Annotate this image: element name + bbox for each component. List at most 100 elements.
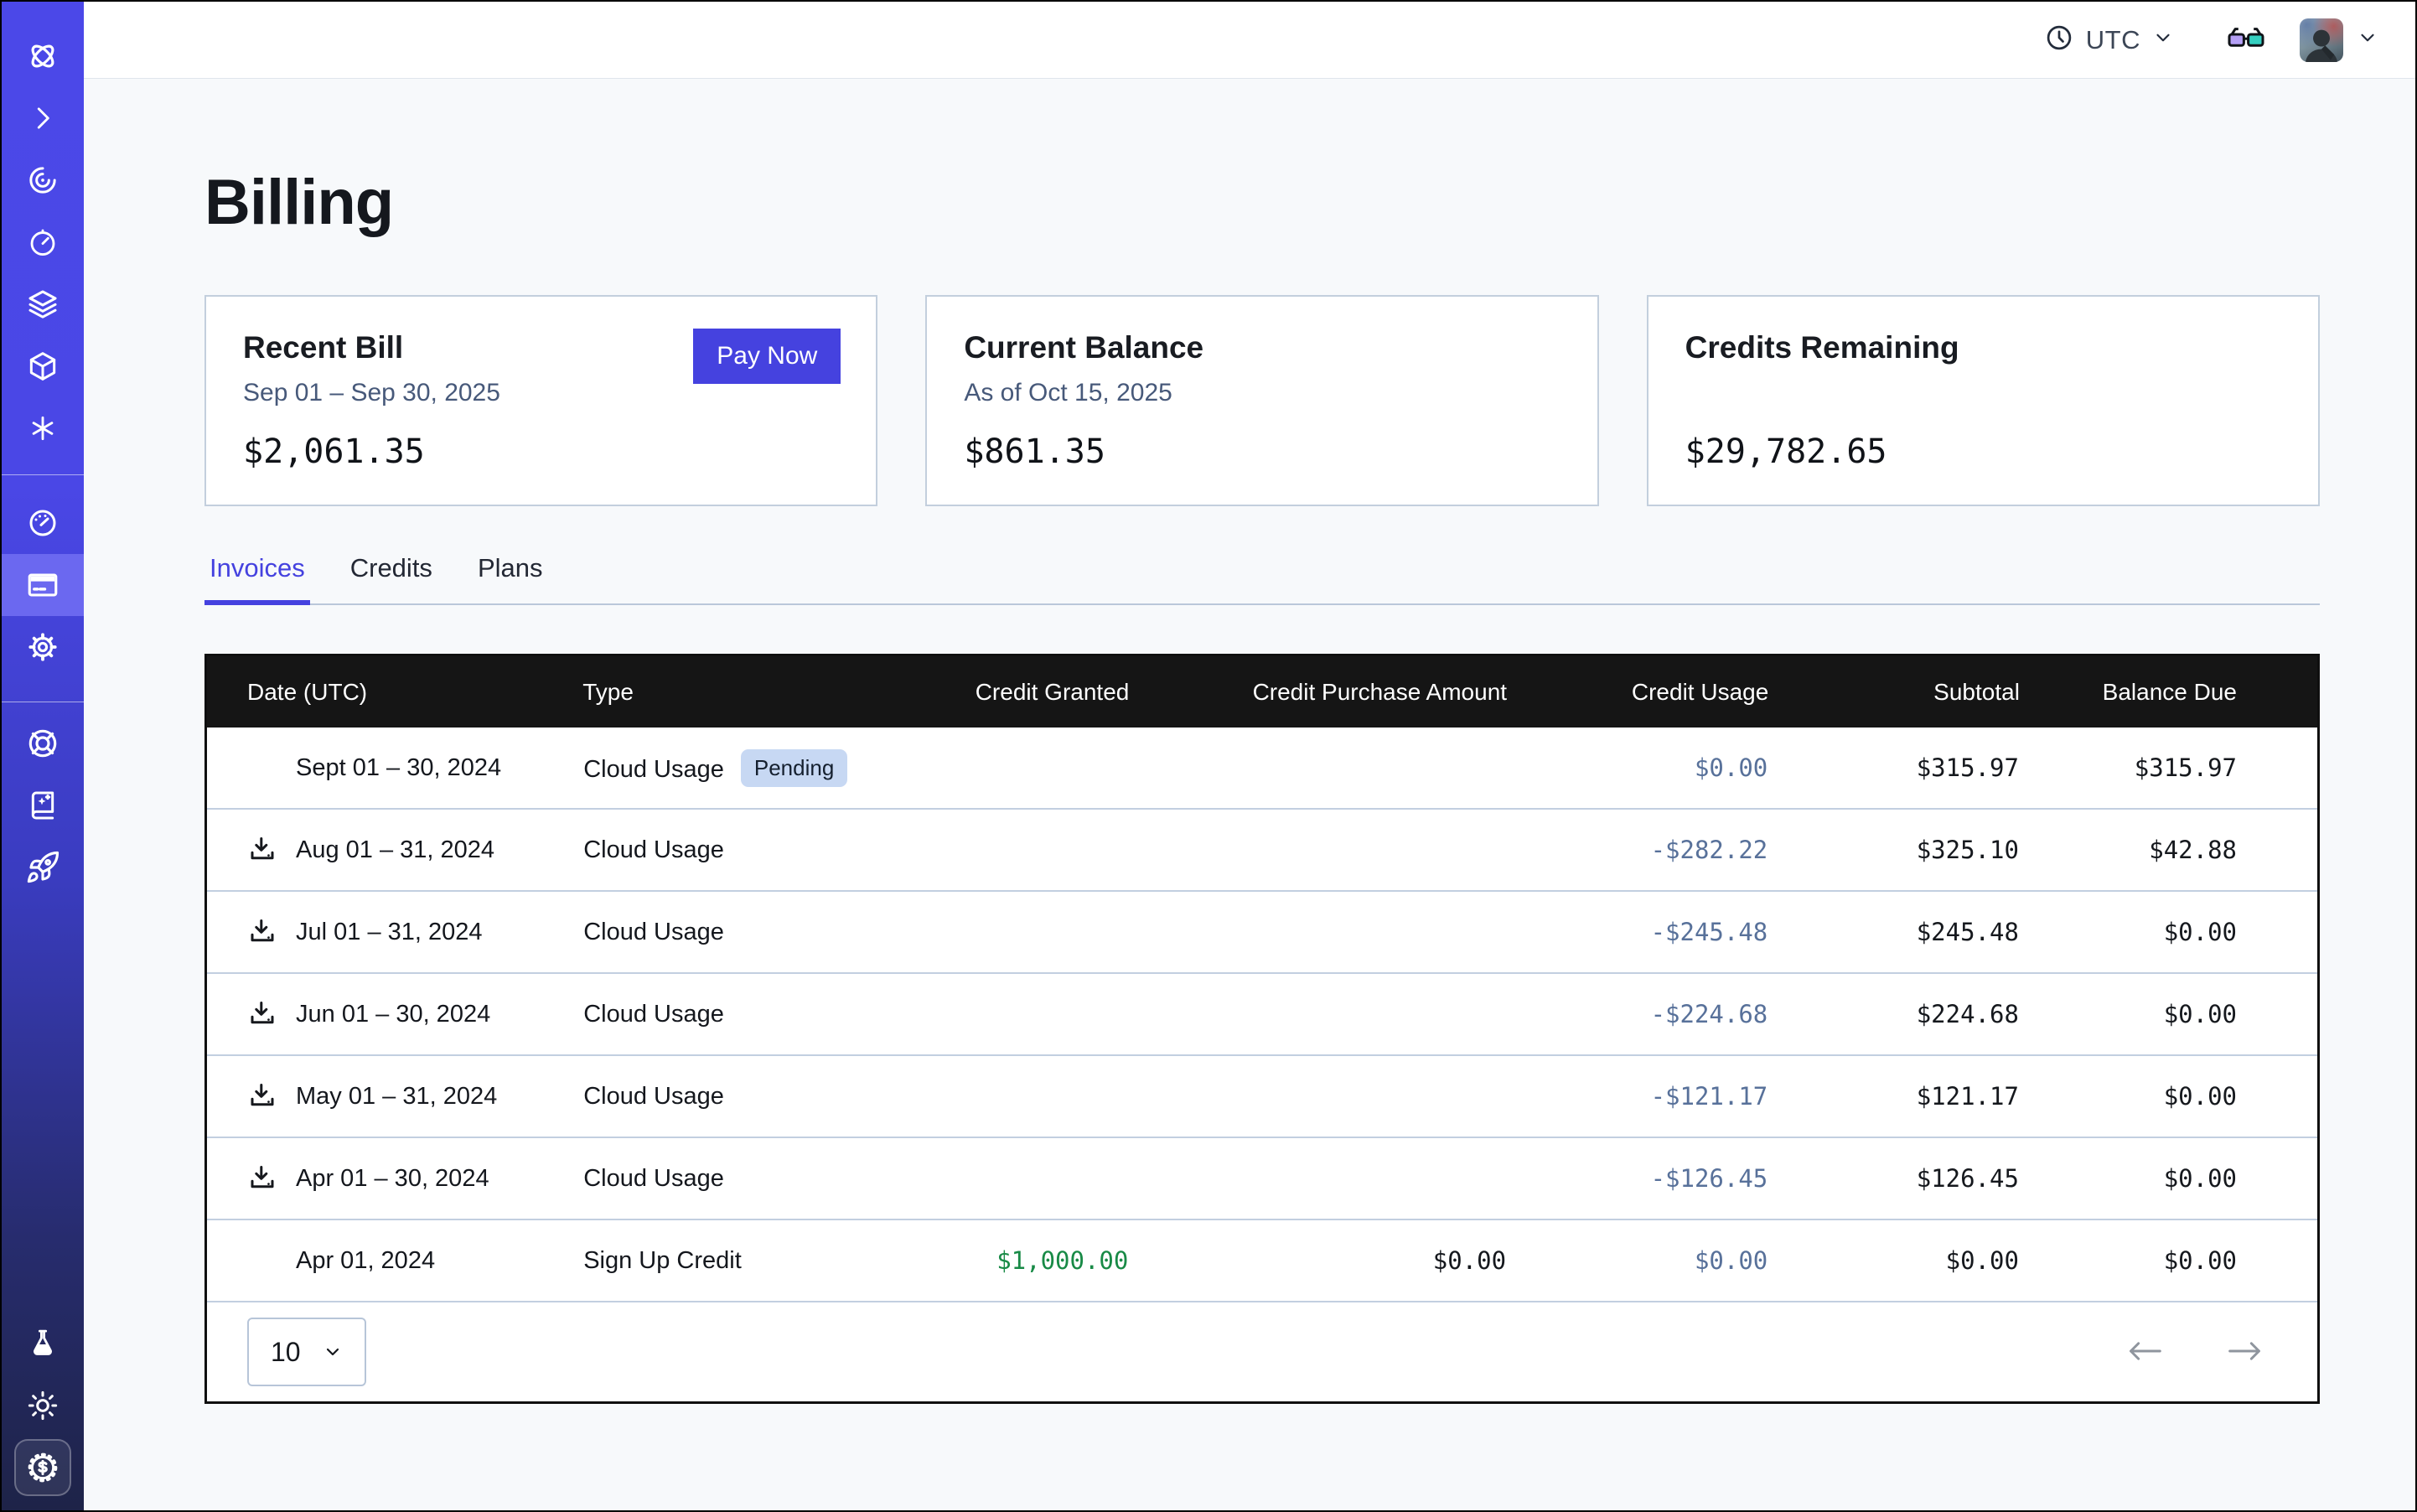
cell-date: Apr 01 – 30, 2024 [207,1137,582,1219]
sidebar-item-gauge[interactable] [2,492,84,554]
sidebar-item-dollar-badge[interactable] [2,1437,84,1499]
next-page-button[interactable] [2220,1334,2270,1370]
page-title: Billing [204,171,2320,235]
sidebar-item-sun[interactable] [2,1375,84,1437]
cell-balance-due: $42.88 [2020,809,2317,891]
sidebar-bottom-group [2,1313,84,1510]
sidebar-item-orbit-logo[interactable] [2,25,84,87]
sidebar-item-chevron-right[interactable] [2,87,84,149]
timezone-selector[interactable]: UTC [2044,23,2174,57]
sidebar-group [2,25,84,459]
cell-credit-usage: -$282.22 [1507,809,1768,891]
cell-balance-due: $0.00 [2020,891,2317,973]
sidebar-item-rocket[interactable] [2,836,84,898]
status-badge: Pending [741,749,847,787]
credits-badge-box [14,1439,71,1496]
cell-credit-purchase [1129,1137,1507,1219]
sun-icon [26,1389,60,1422]
sidebar-item-cube[interactable] [2,335,84,397]
cell-credit-purchase [1129,1055,1507,1137]
invoice-date: Jul 01 – 31, 2024 [296,919,483,946]
download-invoice-button[interactable] [247,1163,296,1194]
invoice-type: Cloud Usage [583,1165,724,1192]
spiral-icon [26,163,60,197]
cell-subtotal: $315.97 [1768,728,2020,809]
invoice-row: Aug 01 – 31, 2024Cloud Usage-$282.22$325… [207,809,2317,891]
cell-credit-usage: $0.00 [1507,1219,1768,1302]
cell-credit-purchase [1129,809,1507,891]
cell-credit-usage: -$245.48 [1507,891,1768,973]
download-invoice-button[interactable] [247,835,296,865]
cell-balance-due: $315.97 [2020,728,2317,809]
cell-type: Cloud Usage [582,891,924,973]
col-header-type: Type [582,656,924,728]
chevron-down-icon [323,1342,343,1362]
flask-icon [27,1328,59,1359]
credit-card-icon [25,567,60,603]
billing-tabs: Invoices Credits Plans [204,553,2320,605]
invoices-table: Date (UTC) Type Credit Granted Credit Pu… [204,654,2320,1404]
rocket-icon [25,850,60,885]
cell-subtotal: $0.00 [1768,1219,2020,1302]
invoice-type: Sign Up Credit [583,1247,742,1274]
gauge-icon [26,506,60,540]
download-invoice-button[interactable] [247,917,296,947]
billing-screen: UTC Billing [0,0,2417,1512]
invoice-type: Cloud Usage [583,756,724,783]
cell-credit-granted [924,1055,1129,1137]
sidebar-item-book-sparkles[interactable] [2,774,84,836]
sidebar-group [2,492,84,678]
invoice-row: Apr 01 – 30, 2024Cloud Usage-$126.45$126… [207,1137,2317,1219]
sidebar-item-helm[interactable] [2,712,84,774]
cell-credit-purchase: $0.00 [1129,1219,1507,1302]
chevron-down-icon [2152,27,2174,53]
sidebar-item-layers[interactable] [2,273,84,335]
clock-icon [2044,23,2074,57]
page-size-select[interactable]: 10 [247,1318,366,1386]
invoice-date: Jun 01 – 30, 2024 [296,1001,490,1028]
tab-plans[interactable]: Plans [473,553,548,603]
dollar-badge-icon [26,1451,60,1484]
sidebar-item-spiral[interactable] [2,149,84,211]
cell-balance-due: $0.00 [2020,973,2317,1055]
sidebar-item-stopwatch[interactable] [2,211,84,273]
invoice-type: Cloud Usage [583,919,724,945]
tab-credits[interactable]: Credits [345,553,437,603]
download-invoice-button[interactable] [247,999,296,1029]
credits-remaining-amount: $29,782.65 [1685,432,2281,471]
credits-remaining-card: Credits Remaining $29,782.65 [1647,295,2320,506]
col-header-credit-granted: Credit Granted [924,656,1129,728]
page-size-value: 10 [271,1337,301,1368]
sidebar [2,2,84,1510]
invoice-row: May 01 – 31, 2024Cloud Usage-$121.17$121… [207,1055,2317,1137]
user-menu-chevron-icon[interactable] [2357,27,2378,53]
sidebar-item-asterisk[interactable] [2,397,84,459]
glasses-icon[interactable] [2226,21,2266,59]
cell-subtotal: $121.17 [1768,1055,2020,1137]
sidebar-item-gear[interactable] [2,616,84,678]
prev-page-button[interactable] [2119,1334,2170,1370]
sidebar-item-flask[interactable] [2,1313,84,1375]
cell-type: Cloud Usage [582,1137,924,1219]
table-footer: 10 [207,1302,2317,1401]
cell-type: Sign Up Credit [582,1219,924,1302]
col-header-subtotal: Subtotal [1768,656,2020,728]
download-invoice-button[interactable] [247,1081,296,1111]
sidebar-item-credit-card[interactable] [2,554,84,616]
cell-type: Cloud Usage [582,809,924,891]
cell-date: Apr 01, 2024 [207,1219,582,1302]
pay-now-button[interactable]: Pay Now [693,329,841,384]
cell-credit-purchase [1129,728,1507,809]
asterisk-icon [27,412,59,444]
cell-credit-usage: -$224.68 [1507,973,1768,1055]
current-balance-amount: $861.35 [964,432,1560,471]
summary-cards: Recent Bill Sep 01 – Sep 30, 2025 $2,061… [204,295,2320,506]
cell-date: May 01 – 31, 2024 [207,1055,582,1137]
cell-credit-usage: $0.00 [1507,728,1768,809]
invoice-row: Jun 01 – 30, 2024Cloud Usage-$224.68$224… [207,973,2317,1055]
avatar[interactable] [2300,18,2343,62]
tab-invoices[interactable]: Invoices [204,553,310,603]
col-header-date: Date (UTC) [207,656,582,728]
cell-balance-due: $0.00 [2020,1137,2317,1219]
cell-date: Sept 01 – 30, 2024 [207,728,582,809]
